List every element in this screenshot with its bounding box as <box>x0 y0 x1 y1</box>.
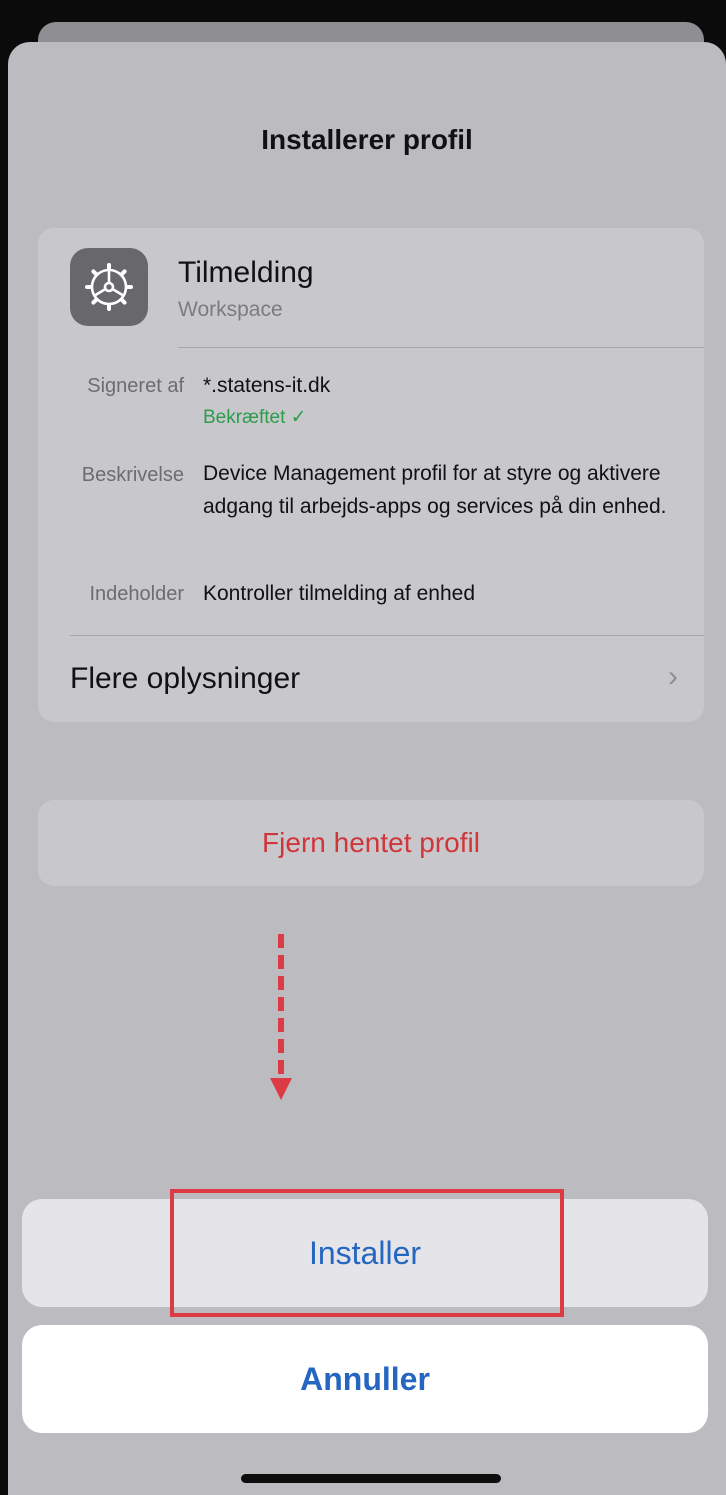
contains-label: Indeholder <box>89 583 184 605</box>
more-info-row[interactable]: Flere oplysninger › <box>70 636 704 722</box>
install-highlight-box <box>170 1189 564 1317</box>
profile-card: Tilmelding Workspace Signeret af *.state… <box>38 228 704 722</box>
more-info-label: Flere oplysninger <box>70 662 301 695</box>
description-label: Beskrivelse <box>81 464 184 486</box>
settings-gear-icon <box>70 248 148 326</box>
home-indicator[interactable] <box>241 1474 501 1483</box>
chevron-right-icon: › <box>668 660 678 693</box>
signed-by-value: *.statens-it.dk <box>203 374 331 397</box>
profile-name: Tilmelding <box>178 256 314 289</box>
divider <box>178 347 704 348</box>
profile-organization: Workspace <box>178 298 283 321</box>
cancel-button[interactable]: Annuller <box>22 1325 708 1433</box>
sheet-title: Installerer profil <box>261 124 473 155</box>
verified-status: Bekræftet ✓ <box>203 407 307 428</box>
install-profile-sheet: Installerer profil Tilmelding Workspace … <box>8 42 726 1495</box>
signed-by-label: Signeret af <box>87 375 184 397</box>
remove-downloaded-profile-button[interactable]: Fjern hentet profil <box>38 800 704 886</box>
contains-value: Kontroller tilmelding af enhed <box>203 582 475 605</box>
arrow-down-icon <box>270 934 292 1100</box>
description-value: Device Management profil for at styre og… <box>203 462 667 518</box>
